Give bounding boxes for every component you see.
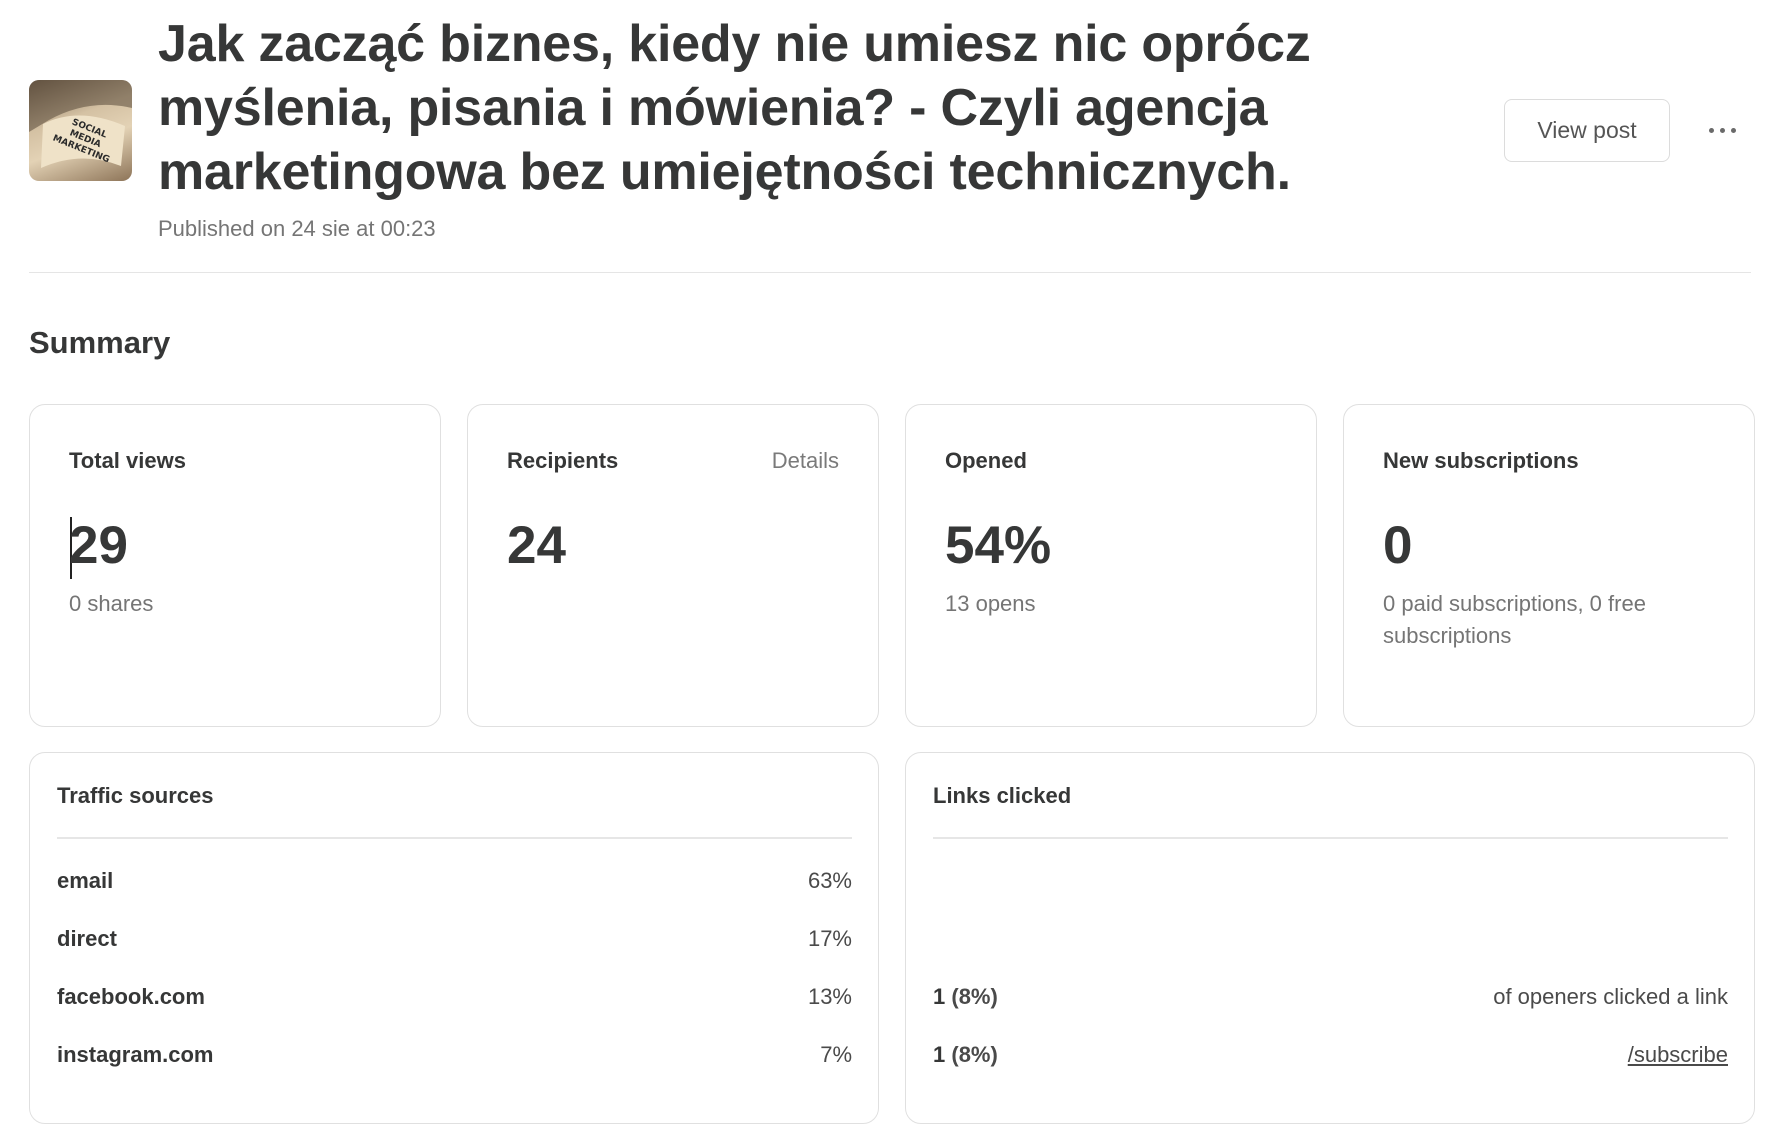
traffic-source-row: facebook.com 13% <box>57 982 852 1012</box>
recipients-details-link[interactable]: Details <box>772 448 839 474</box>
link-clicked-row: 1 (8%) /subscribe <box>933 1040 1728 1070</box>
traffic-source-row: email 63% <box>57 866 852 896</box>
new-subscriptions-value: 0 <box>1383 516 1413 575</box>
traffic-source-percent: 17% <box>807 926 852 951</box>
links-clicked-panel: Links clicked 1 (8%) of openers clicked … <box>905 752 1755 1124</box>
total-views-shares: 0 shares <box>69 591 154 616</box>
traffic-sources-title: Traffic sources <box>57 783 214 808</box>
traffic-source-name: instagram.com <box>57 1042 214 1067</box>
new-subscriptions-label: New subscriptions <box>1383 448 1579 473</box>
opened-card: Opened 54% 13 opens <box>905 404 1317 727</box>
openers-clicked-percent: (8%) <box>951 984 998 1009</box>
new-subscriptions-breakdown: 0 paid subscriptions, 0 free subscriptio… <box>1383 591 1646 648</box>
traffic-source-name: direct <box>57 926 117 951</box>
subscribe-link[interactable]: /subscribe <box>1628 1040 1728 1070</box>
traffic-source-row: direct 17% <box>57 924 852 954</box>
openers-clicked-count: 1 <box>933 984 946 1009</box>
link-clicked-row: 1 (8%) of openers clicked a link <box>933 982 1728 1012</box>
published-date: Published on 24 sie at 00:23 <box>158 216 436 241</box>
post-thumbnail: SOCIAL MEDIA MARKETING <box>29 80 132 181</box>
traffic-source-percent: 63% <box>807 868 852 893</box>
recipients-label: Recipients <box>507 448 619 473</box>
summary-heading: Summary <box>29 325 171 360</box>
opened-label: Opened <box>945 448 1027 473</box>
links-clicked-divider <box>933 837 1728 839</box>
total-views-label: Total views <box>69 448 186 473</box>
more-horizontal-icon[interactable] <box>1700 112 1746 148</box>
link-clicked-percent: (8%) <box>951 1042 998 1067</box>
recipients-card: Recipients Details 24 <box>467 404 879 727</box>
view-post-button[interactable]: View post <box>1504 99 1670 162</box>
traffic-source-name: email <box>57 868 114 893</box>
total-views-value: 29 <box>69 516 128 575</box>
post-title: Jak zacząć biznes, kiedy nie umiesz nic … <box>158 15 1311 201</box>
opened-count: 13 opens <box>945 591 1036 616</box>
recipients-value: 24 <box>507 516 566 575</box>
traffic-sources-divider <box>57 837 852 839</box>
link-clicked-count: 1 <box>933 1042 946 1067</box>
header-divider <box>29 272 1751 273</box>
new-subscriptions-card: New subscriptions 0 0 paid subscriptions… <box>1343 404 1755 727</box>
total-views-card: Total views 29 0 shares <box>29 404 441 727</box>
openers-clicked-label: of openers clicked a link <box>1493 984 1728 1009</box>
traffic-source-row: instagram.com 7% <box>57 1040 852 1070</box>
traffic-source-percent: 13% <box>807 984 852 1009</box>
opened-value: 54% <box>945 516 1052 575</box>
post-header: SOCIAL MEDIA MARKETING Jak zacząć biznes… <box>29 12 1751 272</box>
traffic-sources-panel: Traffic sources email 63% direct 17% fac… <box>29 752 879 1124</box>
links-clicked-title: Links clicked <box>933 783 1072 808</box>
traffic-source-name: facebook.com <box>57 984 205 1009</box>
traffic-source-percent: 7% <box>820 1042 852 1067</box>
